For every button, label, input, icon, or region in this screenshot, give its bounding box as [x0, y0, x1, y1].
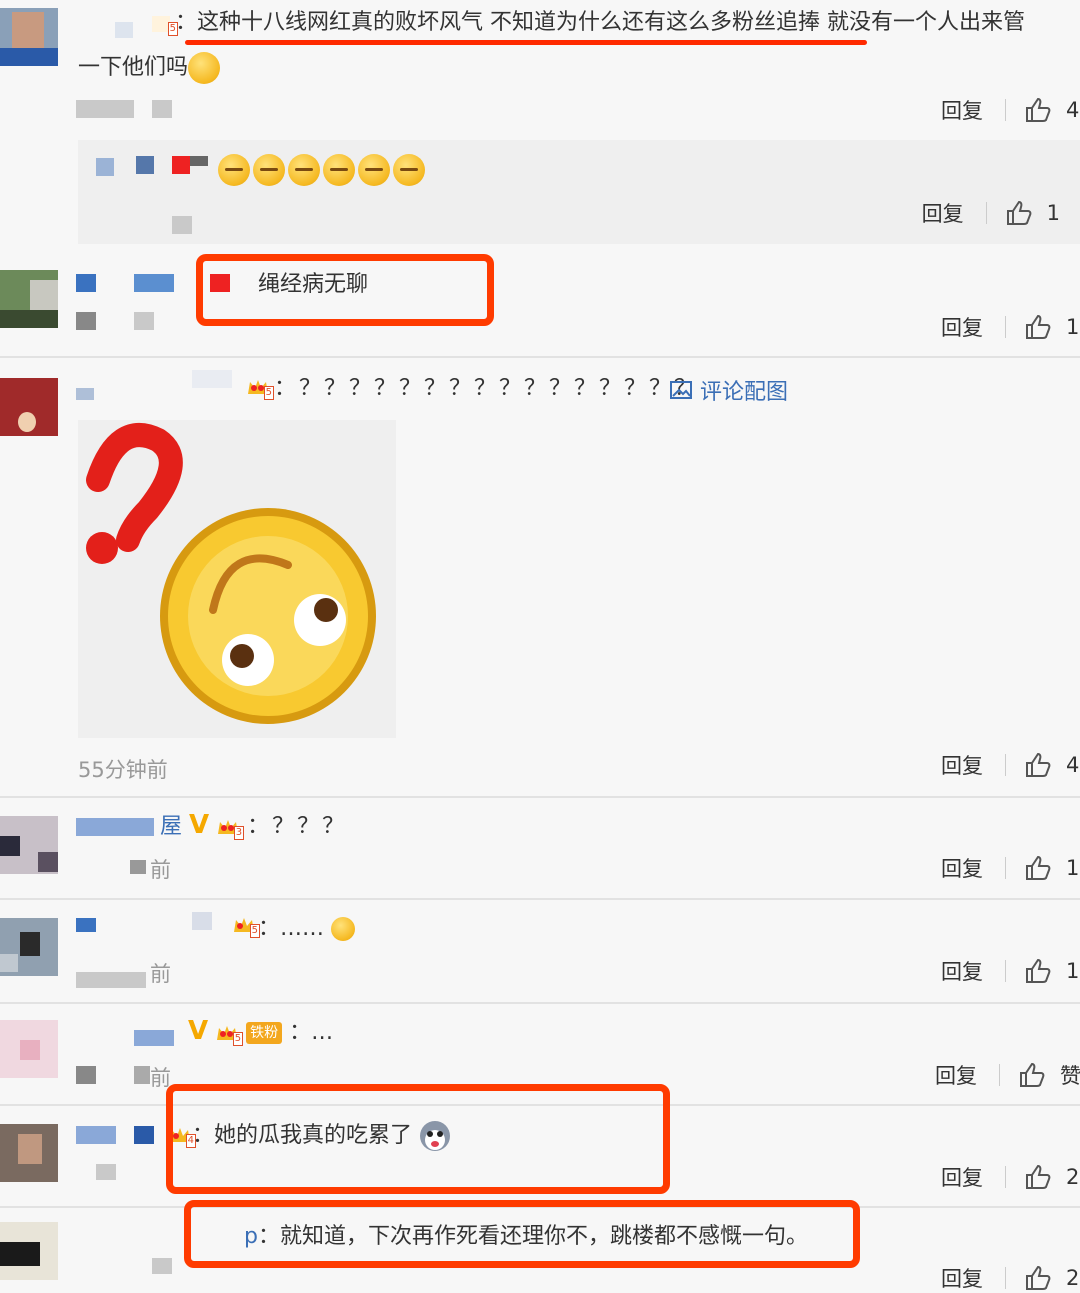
highlight-box [196, 254, 494, 326]
image-icon [670, 381, 692, 399]
fan-badge: 铁粉 [246, 1022, 283, 1044]
comment-image-link[interactable]: 评论配图 [670, 374, 788, 406]
reply-button[interactable]: 回复 [935, 1060, 977, 1090]
crown-level-icon: 5 [215, 1022, 244, 1046]
comment-actions: 回复 2 [941, 1162, 1080, 1192]
speechless-emoji-icon [323, 154, 355, 186]
reply-button[interactable]: 回复 [941, 853, 983, 883]
crown-level-icon: 5 [246, 376, 274, 400]
speechless-emoji-icon [393, 154, 425, 186]
comment-image[interactable] [78, 420, 396, 738]
like-icon[interactable] [1024, 751, 1052, 779]
avatar[interactable] [0, 1222, 58, 1280]
like-count: 1 [1066, 959, 1080, 983]
reply-button[interactable]: 回复 [941, 95, 983, 125]
avatar[interactable] [0, 8, 58, 66]
like-icon[interactable] [1024, 957, 1052, 985]
avatar[interactable] [0, 270, 58, 328]
avatar[interactable] [0, 918, 58, 976]
reply-button[interactable]: 回复 [941, 1263, 983, 1293]
like-count: 1 [1046, 201, 1060, 225]
comment-text-line2: 一下他们吗 [78, 55, 189, 80]
comment-actions: 回复 4 [941, 95, 1080, 125]
like-count: 2 [1066, 1266, 1080, 1290]
comment-3: 5 ：？？？？？？？？？？？？？？？？ 评论配图 55分钟前 回复 4 [0, 358, 1080, 796]
like-count: 赞 [1060, 1064, 1080, 1088]
speechless-emoji-icon [358, 154, 390, 186]
comment-actions: 回复 1 [941, 312, 1080, 342]
reply-button[interactable]: 回复 [941, 750, 983, 780]
speechless-emoji-icon [288, 154, 320, 186]
like-icon[interactable] [1024, 96, 1052, 124]
like-icon[interactable] [1024, 313, 1052, 341]
question-eyeroll-emoji-icon [86, 423, 376, 724]
comment-text: ：这种十八线网红真的败坏风气 不知道为什么还有这么多粉丝追捧 就没有一个人出来管 [175, 10, 1025, 35]
comment-5: 5 ：…… 前 回复 1 [0, 900, 1080, 1002]
reply-button[interactable]: 回复 [941, 1162, 983, 1192]
comment-8: p：就知道，下次再作死看还理你不，跳楼都不感慨一句。 回复 2 [0, 1200, 1080, 1293]
like-icon[interactable] [1024, 1163, 1052, 1191]
verified-v-icon: V [188, 1016, 209, 1046]
sweat-emoji-icon [188, 52, 221, 84]
speechless-emoji-icon [218, 154, 250, 186]
timestamp: 前 [150, 962, 171, 986]
comment-4: 屋 V 3 ：？？？ 前 回复 1 [0, 798, 1080, 898]
comment-text: ：…… [258, 916, 325, 941]
comment-actions: 回复 赞 [935, 1060, 1080, 1090]
nested-reply-actions: 回复 1 [922, 198, 1080, 228]
avatar[interactable] [0, 1124, 58, 1182]
comment-actions: 回复 4 [941, 750, 1080, 780]
highlight-box [184, 1200, 860, 1268]
reply-button[interactable]: 回复 [922, 198, 964, 228]
like-icon[interactable] [1018, 1061, 1046, 1089]
like-count: 4 [1066, 753, 1080, 777]
like-icon[interactable] [1024, 1264, 1052, 1292]
timestamp: 前 [150, 858, 171, 882]
like-count: 2 [1066, 1165, 1080, 1189]
crown-level-icon: 5 [150, 12, 178, 36]
avatar[interactable] [0, 1020, 58, 1078]
comment-1: 5 ：这种十八线网红真的败坏风气 不知道为什么还有这么多粉丝追捧 就没有一个人出… [0, 0, 1080, 140]
avatar[interactable] [0, 378, 58, 436]
crown-level-icon: 5 [232, 914, 260, 938]
comment-text: ：… [289, 1020, 334, 1045]
reply-button[interactable]: 回复 [941, 312, 983, 342]
speechless-emoji-icon [253, 154, 285, 186]
comment-actions: 回复 1 [941, 956, 1080, 986]
sweat-emoji-icon [331, 917, 356, 941]
reply-button[interactable]: 回复 [941, 956, 983, 986]
like-count: 1 [1066, 315, 1080, 339]
highlight-box [166, 1084, 670, 1194]
like-count: 4 [1066, 98, 1080, 122]
nested-reply: 回复 1 [78, 140, 1080, 244]
comment-text: ：？？？ [247, 814, 348, 839]
comment-actions: 回复 2 [941, 1263, 1080, 1293]
like-icon[interactable] [1024, 854, 1052, 882]
comment-actions: 回复 1 [941, 853, 1080, 883]
timestamp: 55分钟前 [78, 758, 168, 782]
comment-text: ：？？？？？？？？？？？？？？？？ [274, 376, 700, 401]
username-fragment[interactable]: 屋 [160, 814, 182, 839]
avatar[interactable] [0, 816, 58, 874]
highlight-underline [185, 40, 867, 45]
crown-level-icon: 3 [216, 816, 245, 840]
like-count: 1 [1066, 856, 1080, 880]
like-icon[interactable] [1005, 199, 1033, 227]
comment-2: 绳经病无聊 回复 1 [0, 250, 1080, 356]
comment-7: 4 ：她的瓜我真的吃累了 回复 2 [0, 1084, 1080, 1206]
verified-v-icon: V [189, 810, 210, 840]
